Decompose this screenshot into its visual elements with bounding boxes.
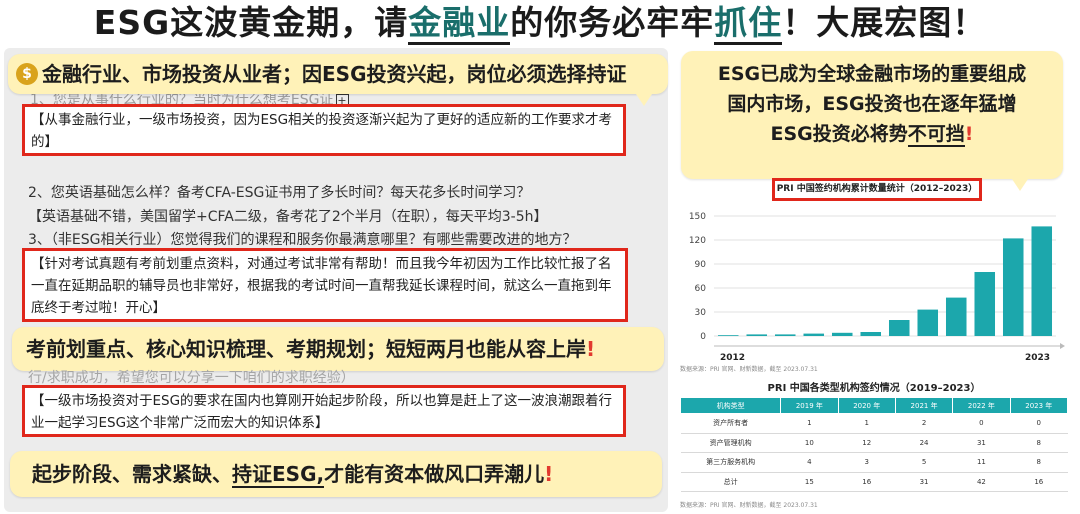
table-cell: 11 [952,452,1011,473]
trend-line-1: ESG已成为全球金融市场的重要组成 [717,63,1027,85]
answer-1-box: 【从事金融行业，一级市场投资，因为ESG相关的投资逐渐兴起为了更好的适应新的工作… [22,104,626,156]
table-header-cell: 2020 年 [837,397,896,414]
table-cell: 资产所有者 [680,413,781,434]
table-cell: 第三方服务机构 [680,452,781,473]
table-row: 资产管理机构 10 12 24 31 8 [680,433,1068,453]
callout-opportunity: 起步阶段、需求紧缺、持证ESG,才能有资本做风口弄潮儿! [10,451,662,497]
y-tick-label: 120 [689,236,706,246]
table-cell: 15 [780,472,839,492]
table-cell: 24 [895,433,953,453]
answer-3-box: 【针对考试真题有考前划重点资料，对通过考试非常有帮助！而且我今年初因为工作比较忙… [22,248,628,322]
chart-source: 数据来源：PRI 官网、财新数据，截至 2023.07.31 [680,366,818,373]
question-2: 2、您英语基础怎么样？备考CFA-ESG证书用了多长时间？每天花多长时间学习？ [28,185,531,201]
table-cell: 31 [952,433,1011,453]
question-4-fragment: 行/求职成功，希望您可以分享一下咱们的求职经验） [28,370,355,386]
table-row: 资产所有者 1 1 2 0 0 [680,413,1068,434]
callout-opportunity-part2: 才能有资本做风口弄潮儿 [324,462,545,486]
headline-part2: 的你务必牢牢 [510,3,715,42]
table-cell: 8 [1010,433,1068,453]
bar [746,334,768,336]
y-tick-label: 150 [689,212,706,222]
table-cell: 资产管理机构 [680,433,781,453]
answer-2: 【英语基础不错，美国留学+CFA二级，备考花了2个半月（在职），每天平均3-5h… [28,209,548,225]
table-cell: 3 [838,452,896,473]
table-cell: 总计 [680,472,781,492]
table-title: PRI 中国各类型机构签约情况（2019–2023） [767,383,981,394]
bar [974,272,996,336]
bar [1031,226,1053,336]
callout-career-pointer [636,94,652,106]
callout-opportunity-underlined: 持证ESG, [232,462,325,488]
bar [945,297,967,336]
bar [917,309,939,336]
money-bag-icon: $ [16,62,38,85]
callout-market-trend: ESG已成为全球金融市场的重要组成 国内市场，ESG投资也在逐年猛增 ESG投资… [681,51,1063,179]
bar [888,320,910,336]
bar [860,332,882,336]
headline-highlight: 金融业 [408,3,511,45]
table-header-cell: 机构类型 [679,397,782,414]
callout-study-plan-text: 考前划重点、核心知识梳理、考期规划；短短两月也能从容上岸 [26,337,586,361]
y-tick-label: 30 [695,308,707,318]
trend-line-3: ESG投资必将势不可挡! [681,119,1063,149]
answer-3-text: 【针对考试真题有考前划重点资料，对通过考试非常有帮助！而且我今年初因为工作比较忙… [31,256,612,316]
bar [717,335,739,336]
table-cell: 1 [780,413,839,434]
headline-underlined: 抓住 [714,3,783,45]
exclamation-icon: ! [586,337,596,361]
answer-4-box: 【一级市场投资对于ESG的要求在国内也算刚开始起步阶段，所以也算是赶上了这一波浪… [22,385,626,437]
table-header-cell: 2021 年 [894,397,954,414]
table-header-cell: 2022 年 [952,397,1011,414]
y-tick-label: 60 [695,284,707,294]
x-end-label: 2023 [1025,353,1050,363]
trend-line-3-part1: ESG投资必将势 [770,123,908,145]
table-cell: 0 [952,413,1011,434]
y-tick-label: 0 [700,332,706,342]
table-cell: 2 [895,413,953,434]
question-3: 3、（非ESG相关行业）您觉得我们的课程和服务你最满意哪里？有哪些需要改进的地方… [28,232,577,248]
table-cell: 16 [838,472,896,492]
answer-4-text: 【一级市场投资对于ESG的要求在国内也算刚开始起步阶段，所以也算是赶上了这一波浪… [31,393,613,431]
bar [831,332,853,336]
bar [774,334,796,336]
table-cell: 12 [838,433,896,453]
exclamation-icon: ! [964,123,974,145]
table-cell: 0 [1010,413,1068,434]
table-cell: 16 [1010,472,1068,492]
table-cell: 42 [952,472,1011,492]
table-cell: 1 [838,413,896,434]
headline-part3: ！大展宏图！ [782,3,987,42]
table-header-cell: 2019 年 [780,397,839,414]
table-cell: 5 [895,452,953,473]
exclamation-icon: ! [544,462,554,486]
table-header-cell: 2023 年 [1009,397,1069,414]
table-cell: 4 [780,452,839,473]
trend-line-2: 国内市场，ESG投资也在逐年猛增 [727,93,1017,115]
bar [803,333,825,336]
table-source: 数据来源：PRI 官网、财新数据，截至 2023.07.31 [680,502,818,509]
table-row: 第三方服务机构 4 3 5 11 8 [680,452,1068,473]
table-cell: 8 [1010,452,1068,473]
trend-line-3-underlined: 不可挡 [907,123,965,147]
callout-study-plan: 考前划重点、核心知识梳理、考期规划；短短两月也能从容上岸! [12,327,664,371]
table-cell: 10 [780,433,839,453]
table-header-row: 机构类型 2019 年 2020 年 2021 年 2022 年 2023 年 [679,397,1069,414]
answer-1-text: 【从事金融行业，一级市场投资，因为ESG相关的投资逐渐兴起为了更好的适应新的工作… [31,112,613,150]
y-tick-label: 90 [695,260,707,270]
bar [1002,238,1024,336]
chart-title: PRI 中国签约机构累计数量统计（2012–2023） [772,178,982,201]
pri-signatories-bar-chart: 0 30 60 90 120 150 2012 2023 [689,212,1065,363]
x-axis-arrow [1060,343,1065,349]
pri-institution-table: 机构类型 2019 年 2020 年 2021 年 2022 年 2023 年 … [679,397,1069,492]
table-row: 总计 15 16 31 42 16 [680,472,1068,492]
callout-career-text: 金融行业、市场投资从业者；因ESG投资兴起，岗位必须选择持证 [42,62,627,86]
callout-opportunity-part1: 起步阶段、需求紧缺、 [32,462,232,486]
x-start-label: 2012 [720,353,745,363]
page-headline: ESG这波黄金期，请金融业的你务必牢牢抓住！大展宏图！ [0,2,1080,45]
headline-part1: ESG这波黄金期，请 [93,3,409,42]
callout-career: $ 金融行业、市场投资从业者；因ESG投资兴起，岗位必须选择持证 [8,54,668,94]
table-cell: 31 [895,472,953,492]
